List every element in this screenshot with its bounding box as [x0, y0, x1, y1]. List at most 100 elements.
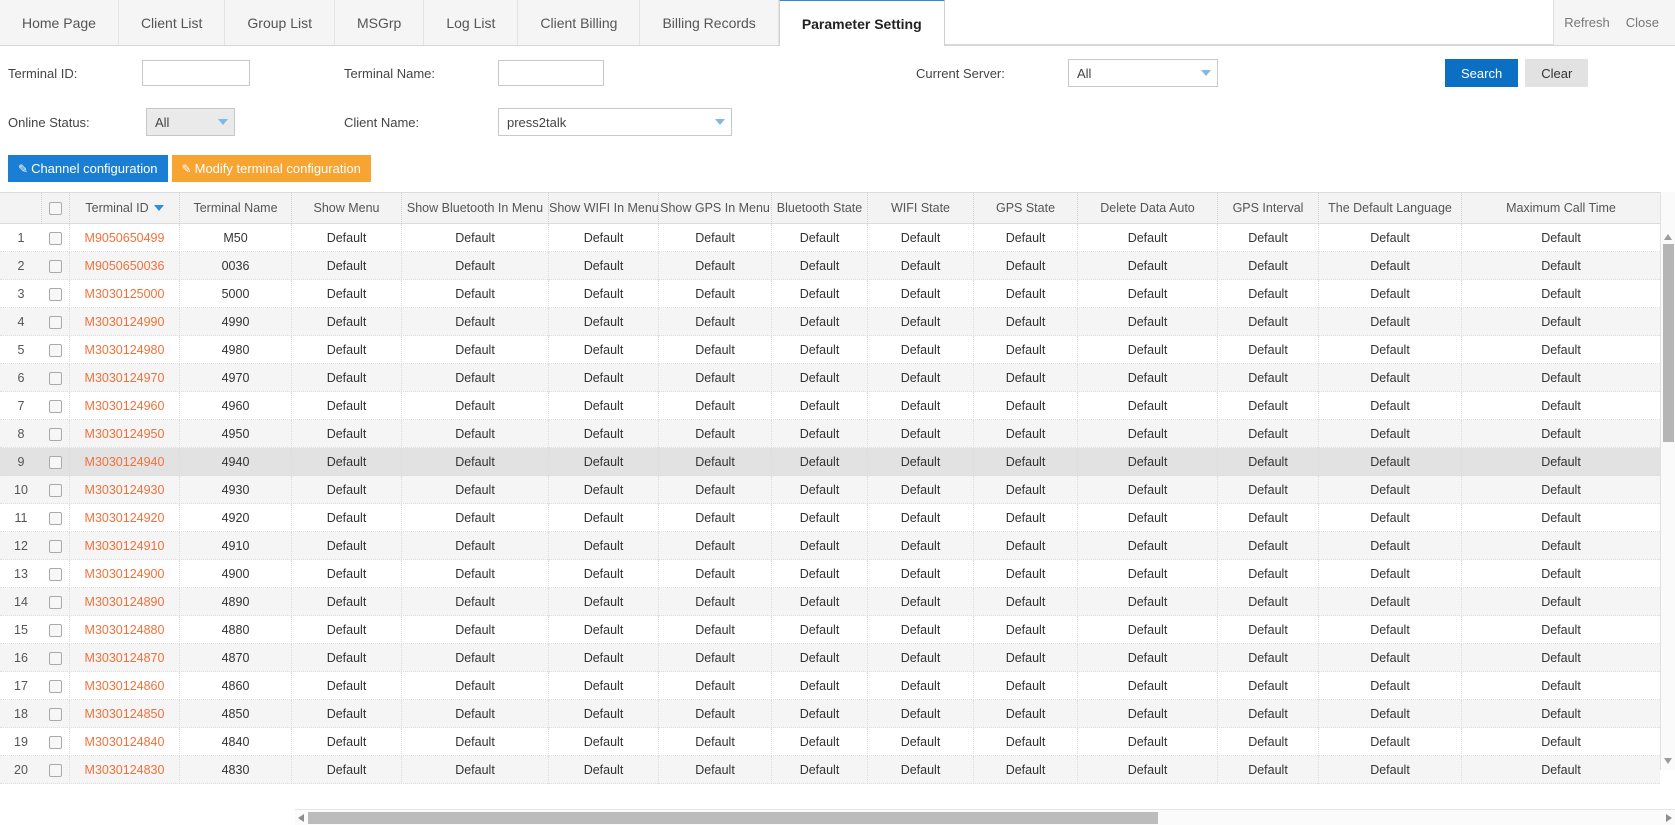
row-select-cell[interactable]	[42, 447, 70, 476]
terminal-id-link[interactable]: M3030124970	[70, 363, 180, 392]
table-header-gps_state[interactable]: GPS State	[974, 193, 1078, 224]
row-select-cell[interactable]	[42, 503, 70, 532]
tab-client-billing[interactable]: Client Billing	[518, 0, 641, 45]
online-status-select[interactable]: All	[146, 108, 235, 136]
terminal-id-link[interactable]: M3030124920	[70, 503, 180, 532]
table-row[interactable]: 19 M3030124840 4840 Default Default Default De…	[0, 727, 1660, 756]
row-checkbox[interactable]	[49, 483, 62, 497]
terminal-id-link[interactable]: M3030124860	[70, 671, 180, 700]
row-checkbox[interactable]	[49, 651, 62, 665]
table-header-delete_data_auto[interactable]: Delete Data Auto	[1078, 193, 1218, 224]
refresh-link[interactable]: Refresh	[1564, 15, 1610, 30]
row-select-cell[interactable]	[42, 391, 70, 420]
row-select-cell[interactable]	[42, 475, 70, 504]
row-select-cell[interactable]	[42, 559, 70, 588]
vertical-scrollbar-thumb[interactable]	[1663, 244, 1674, 442]
table-row[interactable]: 14 M3030124890 4890 Default Default Default De…	[0, 587, 1660, 616]
table-header-terminal_id[interactable]: Terminal ID	[70, 193, 180, 224]
table-row[interactable]: 4 M3030124990 4990 Default Default Default Def…	[0, 307, 1660, 336]
table-row[interactable]: 20 M3030124830 4830 Default Default Default De…	[0, 755, 1660, 784]
select-all-checkbox[interactable]	[49, 201, 62, 215]
table-row[interactable]: 10 M3030124930 4930 Default Default Default De…	[0, 475, 1660, 504]
table-row[interactable]: 5 M3030124980 4980 Default Default Default Def…	[0, 335, 1660, 364]
table-header-show_gps[interactable]: Show GPS In Menu	[659, 193, 772, 224]
sort-descending-icon[interactable]	[153, 205, 164, 212]
table-header-wifi_state[interactable]: WIFI State	[868, 193, 974, 224]
table-row[interactable]: 16 M3030124870 4870 Default Default Default De…	[0, 643, 1660, 672]
scroll-up-icon[interactable]	[1664, 234, 1672, 240]
row-checkbox[interactable]	[49, 371, 62, 385]
terminal-id-link[interactable]: M9050650499	[70, 224, 180, 252]
row-select-cell[interactable]	[42, 307, 70, 336]
clear-button[interactable]: Clear	[1525, 59, 1589, 87]
tab-msgrp[interactable]: MSGrp	[335, 0, 425, 45]
scroll-right-icon[interactable]	[1666, 814, 1672, 822]
close-link[interactable]: Close	[1626, 15, 1659, 30]
row-checkbox[interactable]	[49, 315, 62, 329]
row-checkbox[interactable]	[49, 763, 62, 777]
terminal-id-link[interactable]: M3030124890	[70, 587, 180, 616]
tab-log-list[interactable]: Log List	[424, 0, 519, 45]
row-checkbox[interactable]	[49, 707, 62, 721]
row-checkbox[interactable]	[49, 623, 62, 637]
row-checkbox[interactable]	[49, 735, 62, 749]
table-row[interactable]: 17 M3030124860 4860 Default Default Default De…	[0, 671, 1660, 700]
table-header-show_bluetooth[interactable]: Show Bluetooth In Menu	[402, 193, 549, 224]
table-row[interactable]: 7 M3030124960 4960 Default Default Default Def…	[0, 391, 1660, 420]
terminal-id-link[interactable]: M3030124900	[70, 559, 180, 588]
search-button[interactable]: Search	[1445, 59, 1519, 87]
terminal-id-link[interactable]: M3030124950	[70, 419, 180, 448]
channel-configuration-button[interactable]: ✎ Channel configuration	[8, 155, 168, 182]
table-row[interactable]: 15 M3030124880 4880 Default Default Default De…	[0, 615, 1660, 644]
table-row[interactable]: 18 M3030124850 4850 Default Default Default De…	[0, 699, 1660, 728]
row-checkbox[interactable]	[49, 231, 62, 245]
row-checkbox[interactable]	[49, 427, 62, 441]
table-header-gps_interval[interactable]: GPS Interval	[1218, 193, 1319, 224]
terminal-id-link[interactable]: M3030124990	[70, 307, 180, 336]
tab-group-list[interactable]: Group List	[225, 0, 335, 45]
table-row[interactable]: 9 M3030124940 4940 Default Default Default Def…	[0, 447, 1660, 476]
row-checkbox[interactable]	[49, 399, 62, 413]
vertical-scrollbar[interactable]	[1660, 192, 1675, 770]
table-header-default_language[interactable]: The Default Language	[1319, 193, 1462, 224]
row-select-cell[interactable]	[42, 755, 70, 784]
tab-home-page[interactable]: Home Page	[0, 0, 119, 45]
modify-terminal-configuration-button[interactable]: ✎ Modify terminal configuration	[171, 155, 371, 182]
row-select-cell[interactable]	[42, 643, 70, 672]
terminal-id-link[interactable]: M3030124840	[70, 727, 180, 756]
table-header-show_wifi[interactable]: Show WIFI In Menu	[549, 193, 659, 224]
row-select-cell[interactable]	[42, 279, 70, 308]
row-select-cell[interactable]	[42, 363, 70, 392]
row-checkbox[interactable]	[49, 511, 62, 525]
terminal-id-link[interactable]: M3030124830	[70, 755, 180, 784]
terminal-id-link[interactable]: M3030124910	[70, 531, 180, 560]
row-select-cell[interactable]	[42, 419, 70, 448]
row-select-cell[interactable]	[42, 335, 70, 364]
tab-parameter-setting[interactable]: Parameter Setting	[778, 0, 945, 46]
terminal-id-link[interactable]: M3030124980	[70, 335, 180, 364]
row-select-cell[interactable]	[42, 587, 70, 616]
row-select-cell[interactable]	[42, 531, 70, 560]
tab-client-list[interactable]: Client List	[118, 0, 226, 45]
terminal-id-link[interactable]: M3030124960	[70, 391, 180, 420]
row-select-cell[interactable]	[42, 224, 70, 252]
terminal-id-link[interactable]: M3030124930	[70, 475, 180, 504]
terminal-id-link[interactable]: M3030124880	[70, 615, 180, 644]
row-checkbox[interactable]	[49, 343, 62, 357]
table-row[interactable]: 13 M3030124900 4900 Default Default Default De…	[0, 559, 1660, 588]
current-server-select[interactable]: All	[1068, 59, 1218, 87]
terminal-id-input[interactable]	[142, 60, 250, 86]
row-checkbox[interactable]	[49, 567, 62, 581]
table-row[interactable]: 8 M3030124950 4950 Default Default Default Def…	[0, 419, 1660, 448]
terminal-id-link[interactable]: M3030124940	[70, 447, 180, 476]
terminal-id-link[interactable]: M9050650036	[70, 251, 180, 280]
table-row[interactable]: 6 M3030124970 4970 Default Default Default Def…	[0, 363, 1660, 392]
scroll-down-icon[interactable]	[1664, 758, 1672, 764]
table-header-max_call_time[interactable]: Maximum Call Time	[1462, 193, 1660, 224]
table-header-terminal_name[interactable]: Terminal Name	[180, 193, 292, 224]
scroll-left-icon[interactable]	[298, 814, 304, 822]
tab-billing-records[interactable]: Billing Records	[640, 0, 779, 45]
table-row[interactable]: 3 M3030125000 5000 Default Default Default Def…	[0, 279, 1660, 308]
terminal-id-link[interactable]: M3030125000	[70, 279, 180, 308]
row-select-cell[interactable]	[42, 251, 70, 280]
